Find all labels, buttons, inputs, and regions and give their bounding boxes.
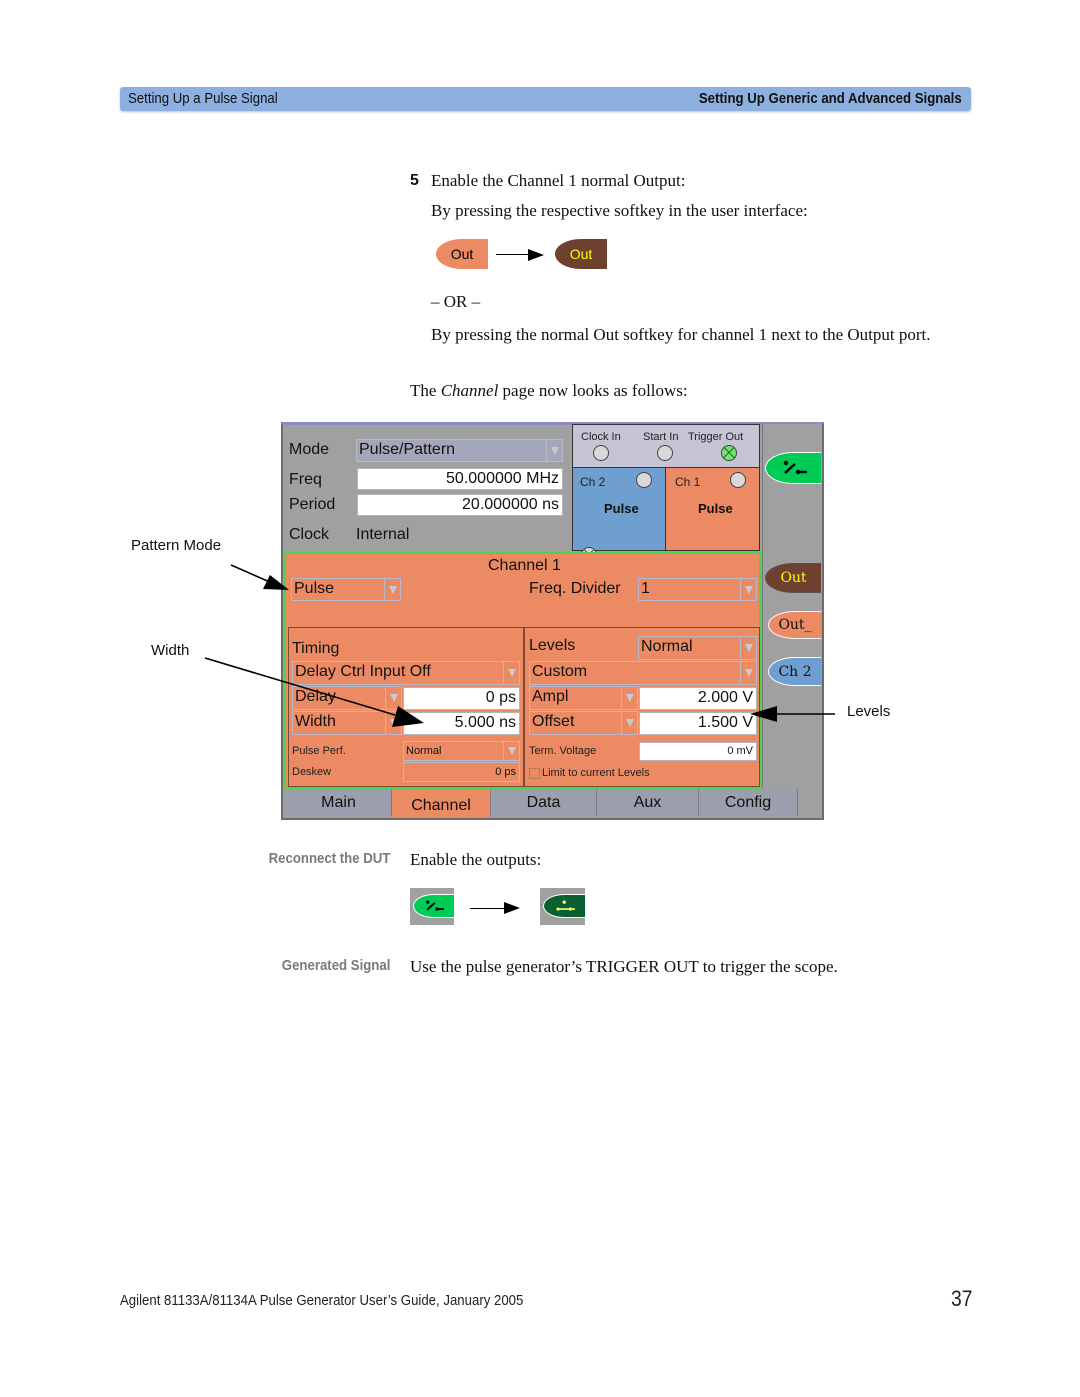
switch-closed-icon xyxy=(556,900,575,911)
arrow-right-icon xyxy=(504,902,520,914)
output-off-softkey xyxy=(413,894,454,918)
width-arrow xyxy=(204,657,424,727)
levels-arrow xyxy=(750,706,835,722)
pattern-mode-arrow xyxy=(230,564,289,590)
reconnect-text: Enable the outputs: xyxy=(410,850,542,869)
annotation-arrows xyxy=(204,564,835,727)
generated-side-label: Generated Signal xyxy=(281,957,390,974)
footer-text: Agilent 81133A/81134A Pulse Generator Us… xyxy=(120,1292,524,1309)
switch-open-icon xyxy=(426,900,444,911)
arrow-line xyxy=(470,908,506,909)
output-on-softkey xyxy=(543,894,585,918)
page-number: 37 xyxy=(950,1286,972,1311)
reconnect-side-label: Reconnect the DUT xyxy=(268,850,390,867)
generated-text: Use the pulse generator’s TRIGGER OUT to… xyxy=(410,957,838,976)
